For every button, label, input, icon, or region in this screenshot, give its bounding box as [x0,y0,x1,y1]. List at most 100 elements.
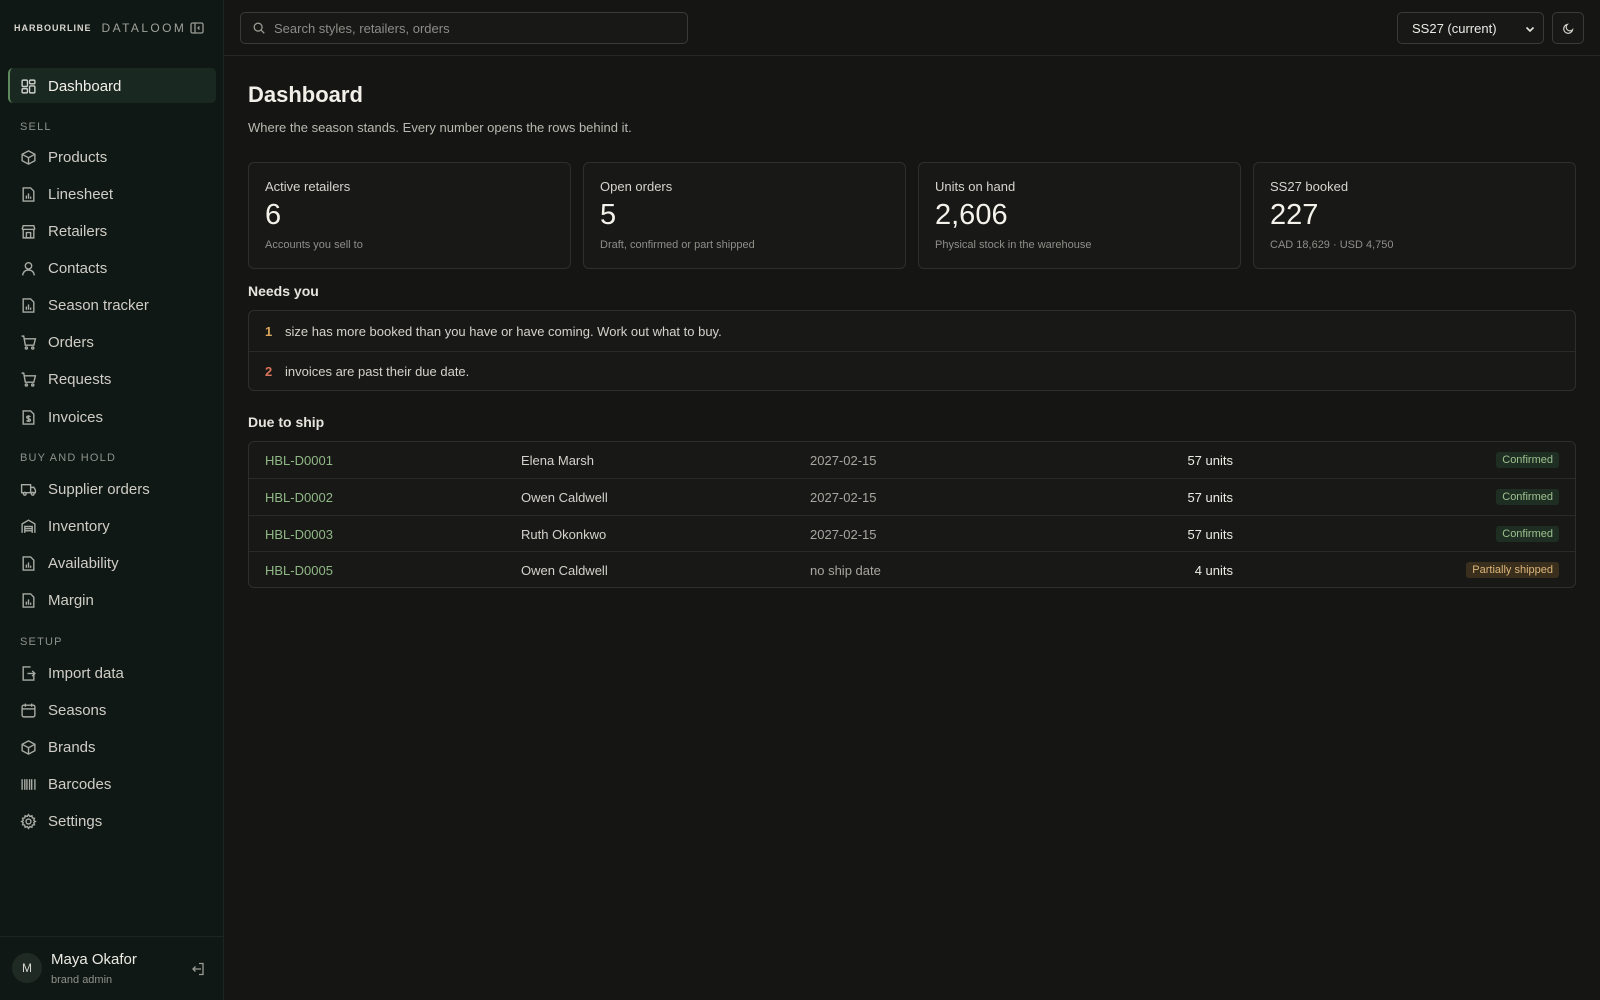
table-row[interactable]: HBL-D0003 Ruth Okonkwo 2027-02-15 57 uni… [249,515,1575,551]
stat-card-season-booked[interactable]: SS27 booked 227 CAD 18,629 · USD 4,750 [1253,162,1576,269]
units: 57 units [1187,527,1233,542]
chevron-down-icon [1525,26,1535,33]
sidebar-item-margin[interactable]: Margin [20,589,94,611]
sidebar-item-inventory[interactable]: Inventory [20,515,110,537]
stat-label: Open orders [600,179,673,194]
retailer-name: Owen Caldwell [521,563,608,578]
order-link[interactable]: HBL-D0005 [265,563,333,578]
invoice-icon [22,409,35,425]
stat-note: Accounts you sell to [265,239,363,251]
theme-toggle-button[interactable] [1552,12,1584,44]
sidebar-item-retailers[interactable]: Retailers [20,220,107,242]
sidebar-item-supplier-orders[interactable]: Supplier orders [20,478,150,500]
stat-label: SS27 booked [1270,179,1349,194]
sidebar: HARBOURLINE DATALOOM Dashboard SELL Prod… [0,0,224,1000]
due-to-ship-table: HBL-D0001 Elena Marsh 2027-02-15 57 unit… [248,441,1576,588]
ship-date: 2027-02-15 [810,490,877,505]
table-row[interactable]: HBL-D0001 Elena Marsh 2027-02-15 57 unit… [249,442,1575,478]
sidebar-item-label: Seasons [48,701,107,719]
sidebar-item-settings[interactable]: Settings [20,810,102,832]
needs-count: 2 [265,364,273,379]
list-item[interactable]: 1 size has more booked than you have or … [249,311,1575,351]
needs-you-list: 1 size has more booked than you have or … [248,310,1576,391]
search-input[interactable] [274,20,674,36]
section-label-buy-and-hold: BUY AND HOLD [20,452,117,464]
sidebar-item-invoices[interactable]: Invoices [20,406,103,428]
list-item[interactable]: 2 invoices are past their due date. [249,351,1575,391]
user-name: Maya Okafor [51,951,137,968]
sidebar-item-dashboard[interactable]: Dashboard [20,75,121,97]
sidebar-item-import-data[interactable]: Import data [20,662,124,684]
warehouse-icon [21,518,36,533]
section-label-setup: SETUP [20,636,63,648]
status-badge: Confirmed [1496,452,1559,468]
sidebar-item-requests[interactable]: Requests [20,368,111,390]
import-icon [22,665,36,681]
sidebar-item-label: Availability [48,554,119,572]
topbar: SS27 (current) [224,0,1600,56]
logout-icon[interactable] [190,961,206,977]
stat-note: CAD 18,629 · USD 4,750 [1270,239,1394,251]
stat-label: Units on hand [935,179,1016,194]
retailer-name: Ruth Okonkwo [521,527,607,542]
ship-date: no ship date [810,563,881,578]
sidebar-item-label: Contacts [48,259,108,277]
sidebar-item-contacts[interactable]: Contacts [20,257,107,279]
gear-icon [20,812,37,830]
sidebar-item-brands[interactable]: Brands [20,736,96,758]
sidebar-item-label: Import data [48,664,124,682]
ship-date: 2027-02-15 [810,453,877,468]
sidebar-item-products[interactable]: Products [20,146,107,168]
sidebar-item-label: Dashboard [48,77,122,95]
status-badge: Confirmed [1496,526,1559,542]
retailer-name: Elena Marsh [521,453,594,468]
stat-card-open-orders[interactable]: Open orders 5 Draft, confirmed or part s… [583,162,906,269]
stat-value: 227 [1270,199,1319,231]
table-row[interactable]: HBL-D0002 Owen Caldwell 2027-02-15 57 un… [249,478,1575,514]
cart-icon [21,371,37,387]
needs-text: invoices are past their due date. [285,364,470,379]
sidebar-item-linesheet[interactable]: Linesheet [20,183,113,205]
section-label-sell: SELL [20,121,52,133]
order-link[interactable]: HBL-D0003 [265,527,333,542]
sidebar-item-label: Inventory [48,517,110,535]
dashboard-icon [21,78,36,94]
retailer-name: Owen Caldwell [521,490,608,505]
stat-note: Draft, confirmed or part shipped [600,239,755,251]
sidebar-item-barcodes[interactable]: Barcodes [20,773,111,795]
chart-file-icon [22,592,35,608]
sidebar-item-label: Orders [48,333,94,351]
status-badge: Confirmed [1496,489,1559,505]
sidebar-item-seasons[interactable]: Seasons [20,699,106,721]
search-icon [253,22,265,34]
order-link[interactable]: HBL-D0002 [265,490,333,505]
page-subtitle: Where the season stands. Every number op… [248,120,632,135]
season-select-value: SS27 (current) [1412,20,1497,36]
search-box[interactable] [240,12,688,44]
calendar-icon [21,703,36,718]
brand-mark: HARBOURLINE [14,23,92,33]
sidebar-item-label: Season tracker [48,296,149,314]
brand-name: DATALOOM [101,21,187,35]
stat-card-active-retailers[interactable]: Active retailers 6 Accounts you sell to [248,162,571,269]
sidebar-item-season-tracker[interactable]: Season tracker [20,294,149,316]
brand: HARBOURLINE DATALOOM [14,18,209,38]
ship-date: 2027-02-15 [810,527,877,542]
sidebar-item-label: Margin [48,591,94,609]
needs-text: size has more booked than you have or ha… [285,323,722,339]
sidebar-toggle-icon[interactable] [189,20,205,36]
stat-card-units-on-hand[interactable]: Units on hand 2,606 Physical stock in th… [918,162,1241,269]
stat-label: Active retailers [265,179,351,194]
sidebar-item-orders[interactable]: Orders [20,331,94,353]
season-select[interactable]: SS27 (current) [1397,12,1544,44]
table-row[interactable]: HBL-D0005 Owen Caldwell no ship date 4 u… [249,551,1575,587]
stat-value: 6 [265,199,282,231]
chart-file-icon [22,555,35,571]
avatar[interactable]: M [12,953,42,983]
needs-count: 1 [265,323,273,339]
sidebar-item-label: Retailers [48,222,108,240]
units: 57 units [1187,453,1233,468]
order-link[interactable]: HBL-D0001 [265,453,333,468]
sidebar-item-availability[interactable]: Availability [20,552,119,574]
user-area: M Maya Okafor brand admin [0,936,224,1000]
